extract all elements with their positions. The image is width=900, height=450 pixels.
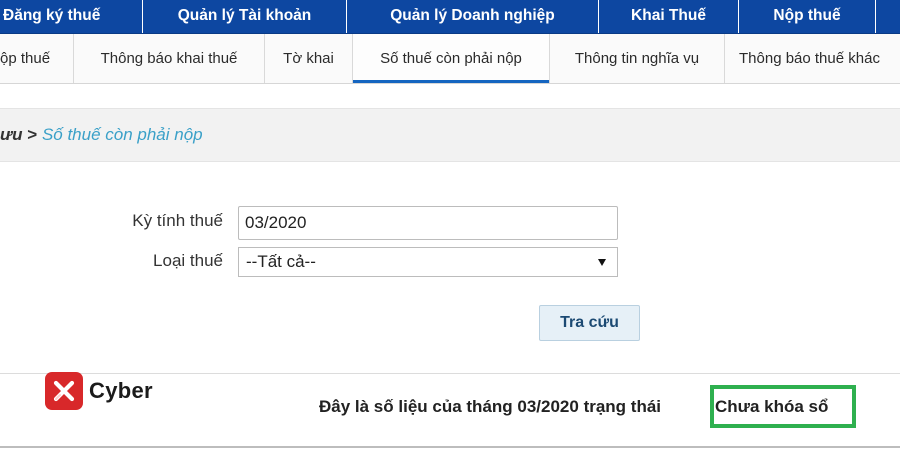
breadcrumb-parent-link[interactable]: ưu [0, 125, 23, 144]
tax-period-input[interactable] [238, 206, 618, 240]
tab-other-tax-notice[interactable]: Thông báo thuế khác [725, 34, 900, 83]
nav-more[interactable] [876, 0, 900, 33]
search-button[interactable]: Tra cứu [539, 305, 640, 341]
tab-tax-payable[interactable]: Số thuế còn phải nộp [353, 34, 550, 83]
nav-tax-declaration[interactable]: Khai Thuế [599, 0, 739, 33]
cyber-brand-text: Cyber [89, 378, 153, 403]
tab-label: Số thuế còn phải nộp [380, 50, 522, 67]
tab-label: Thông báo thuế khác [739, 50, 880, 67]
tax-type-select[interactable]: --Tất cả-- [238, 247, 618, 277]
breadcrumb: ưu > Số thuế còn phải nộp [0, 125, 203, 145]
dropdown-arrow-icon [598, 259, 606, 266]
bottom-divider [0, 446, 900, 448]
nav-tax-payment[interactable]: Nộp thuế [739, 0, 876, 33]
cyber-watermark: Cyber [45, 371, 153, 411]
nav-business-management[interactable]: Quản lý Doanh nghiệp [347, 0, 599, 33]
tab-label: Thông báo khai thuế [100, 50, 238, 67]
nav-account-management[interactable]: Quản lý Tài khoản [143, 0, 347, 33]
tab-label: Tờ khai [283, 50, 334, 67]
tax-period-label: Kỳ tính thuế [132, 211, 223, 230]
cyber-x-logo-icon-graphic [53, 380, 75, 402]
active-tab-indicator [353, 80, 549, 83]
breadcrumb-current: Số thuế còn phải nộp [41, 125, 203, 144]
tab-declaration-notice[interactable]: Thông báo khai thuế [74, 34, 265, 83]
result-message: Đây là số liệu của tháng 03/2020 trạng t… [319, 397, 662, 416]
nav-tax-registration[interactable]: Đăng ký thuế [0, 0, 143, 33]
breadcrumb-bar: ưu > Số thuế còn phải nộp [0, 108, 900, 162]
breadcrumb-separator: > [27, 125, 38, 144]
tax-type-label: Loại thuế [153, 251, 223, 270]
status-value: Chưa khóa sổ [715, 397, 829, 416]
tab-obligation-info[interactable]: Thông tin nghĩa vụ [550, 34, 725, 83]
sub-nav: ộp thuế Thông báo khai thuế Tờ khai Số t… [0, 34, 900, 84]
tab-label: Thông tin nghĩa vụ [574, 50, 700, 67]
tab-label: ộp thuế [0, 50, 51, 67]
tax-type-selected-value: --Tất cả-- [246, 252, 316, 271]
cyber-x-logo-icon [45, 372, 83, 410]
tab-returns[interactable]: Tờ khai [265, 34, 353, 83]
tab-payment[interactable]: ộp thuế [0, 34, 74, 83]
top-nav: Đăng ký thuế Quản lý Tài khoản Quản lý D… [0, 0, 900, 34]
